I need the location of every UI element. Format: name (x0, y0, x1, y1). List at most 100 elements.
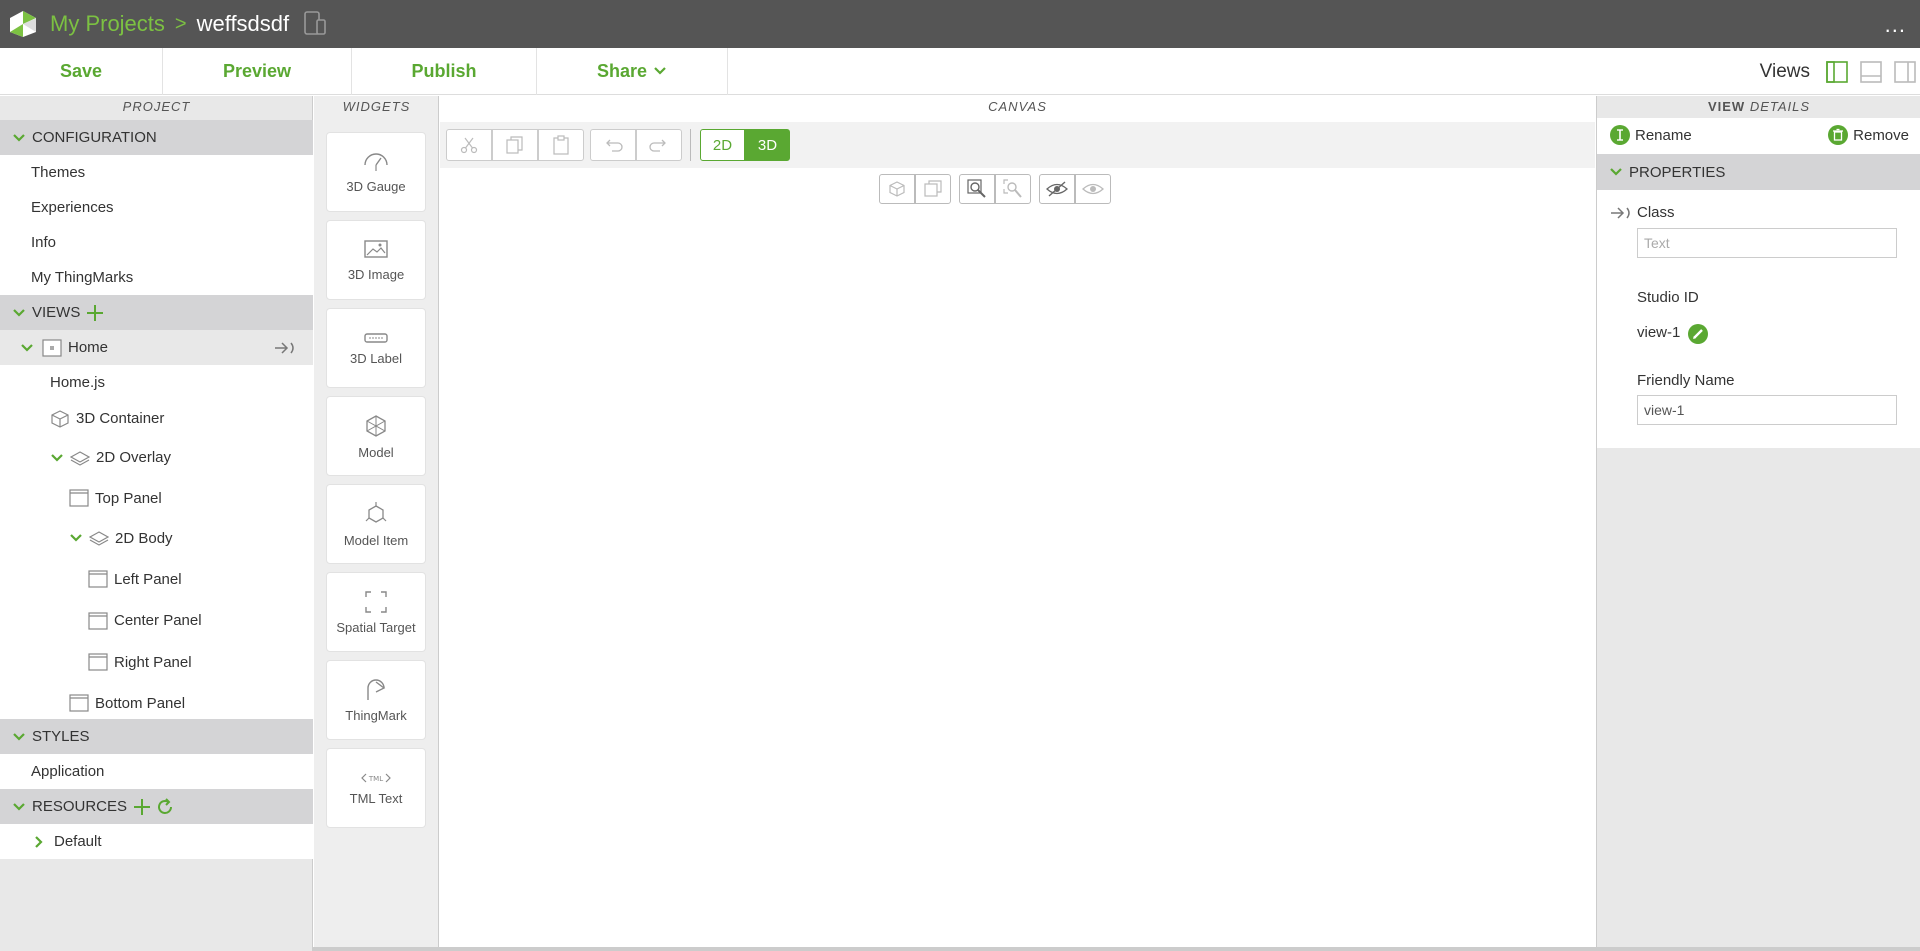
widget-label: TML Text (349, 790, 403, 806)
mode-2d-button[interactable]: 2D (700, 129, 745, 161)
config-item-label: Themes (31, 164, 86, 181)
cube-icon (50, 409, 70, 429)
tree-item-right-panel[interactable]: Right Panel (0, 641, 313, 683)
device-icon[interactable] (303, 11, 327, 37)
widget-label: 3D Gauge (346, 178, 406, 194)
widget-label: Model (358, 444, 394, 460)
section-configuration[interactable]: CONFIGURATION (0, 120, 313, 155)
widget-model[interactable]: Model (326, 396, 426, 476)
view-details-panel-title: VIEW DETAILS (1597, 96, 1920, 118)
section-styles-label: STYLES (32, 728, 90, 745)
tree-item-home[interactable]: Home (0, 330, 313, 365)
config-item-my-thingmarks[interactable]: My ThingMarks (0, 260, 313, 295)
section-resources-label: RESOURCES (32, 798, 128, 815)
hide-button[interactable] (1039, 174, 1075, 204)
tree-item-top-panel[interactable]: Top Panel (0, 478, 313, 518)
widget-3d-label[interactable]: 3D Label (326, 308, 426, 388)
tree-item-center-panel[interactable]: Center Panel (0, 600, 313, 641)
redo-button[interactable] (636, 129, 682, 161)
chevron-down-icon (50, 453, 64, 463)
section-resources[interactable]: RESOURCES (0, 789, 313, 824)
paste-icon (553, 135, 569, 155)
tree-item-bottom-panel[interactable]: Bottom Panel (0, 683, 313, 723)
duplicate-button[interactable] (915, 174, 951, 204)
widget-3d-gauge[interactable]: 3D Gauge (326, 132, 426, 212)
preview-button[interactable]: Preview (163, 47, 352, 95)
canvas-toolbar: 2D 3D (440, 122, 1595, 168)
breadcrumb-my-projects[interactable]: My Projects (50, 11, 165, 37)
publish-button[interactable]: Publish (352, 47, 537, 95)
navigate-arrow-icon[interactable] (273, 341, 297, 355)
copy-icon (506, 136, 523, 154)
resource-item-label: Default (54, 833, 102, 850)
config-item-experiences[interactable]: Experiences (0, 190, 313, 225)
paste-button[interactable] (538, 129, 584, 161)
save-button[interactable]: Save (0, 47, 163, 95)
binding-arrow-icon[interactable] (1609, 206, 1633, 220)
eye-hidden-icon (1046, 181, 1068, 197)
add-3d-button[interactable] (879, 174, 915, 204)
config-item-info[interactable]: Info (0, 225, 313, 260)
add-resource-icon[interactable] (133, 798, 151, 816)
config-item-themes[interactable]: Themes (0, 155, 313, 190)
tree-item-label: 2D Overlay (96, 449, 172, 466)
zoom-selection-button[interactable] (995, 174, 1031, 204)
trash-icon (1828, 125, 1849, 145)
add-view-icon[interactable] (86, 304, 104, 322)
section-styles[interactable]: STYLES (0, 719, 313, 754)
mode-3d-button[interactable]: 3D (745, 129, 790, 161)
widget-tml-text[interactable]: TML TML Text (326, 748, 426, 828)
chevron-down-icon (1609, 164, 1623, 181)
copy-button[interactable] (492, 129, 538, 161)
tree-item-home-js[interactable]: Home.js (0, 365, 313, 400)
tree-item-2d-overlay[interactable]: 2D Overlay (0, 437, 313, 478)
tree-item-label: Home.js (50, 374, 106, 391)
resource-item-default[interactable]: Default (0, 824, 313, 859)
spatial-target-icon (365, 590, 387, 613)
cut-button[interactable] (446, 129, 492, 161)
tree-item-left-panel[interactable]: Left Panel (0, 558, 313, 600)
zoom-fit-button[interactable] (959, 174, 995, 204)
studio-id-label: Studio ID (1637, 289, 1699, 306)
share-label: Share (596, 60, 648, 81)
tree-item-label: Home (68, 339, 109, 356)
widget-thingmark[interactable]: ThingMark (326, 660, 426, 740)
section-views[interactable]: VIEWS (0, 295, 313, 330)
rename-label: Rename (1635, 126, 1692, 144)
zoom-selection-icon (1003, 179, 1022, 198)
style-item-label: Application (31, 763, 105, 780)
panel-icon (69, 488, 89, 508)
chevron-down-icon (654, 67, 666, 75)
friendly-name-input[interactable] (1637, 395, 1897, 425)
redo-icon (649, 139, 666, 152)
view-details-title-bold: VIEW (1707, 99, 1746, 114)
share-button[interactable]: Share (537, 47, 728, 95)
layout-right-panel-icon[interactable] (1894, 60, 1916, 83)
chevron-down-icon (12, 133, 26, 143)
views-label: Views (1759, 60, 1810, 82)
class-input[interactable] (1637, 228, 1897, 258)
section-views-label: VIEWS (32, 304, 81, 321)
widget-spatial-target[interactable]: Spatial Target (326, 572, 426, 652)
layout-bottom-panel-icon[interactable] (1860, 60, 1882, 83)
more-menu-icon[interactable]: ... (1885, 12, 1906, 38)
tree-item-label: 2D Body (115, 529, 173, 547)
edit-pencil-icon[interactable] (1687, 323, 1709, 345)
chevron-down-icon (69, 533, 83, 543)
section-properties[interactable]: PROPERTIES (1597, 154, 1920, 190)
style-item-application[interactable]: Application (0, 754, 313, 789)
widget-model-item[interactable]: Model Item (326, 484, 426, 564)
tree-item-2d-body[interactable]: 2D Body (0, 518, 313, 558)
show-button[interactable] (1075, 174, 1111, 204)
toolbar-divider (690, 129, 691, 161)
refresh-icon[interactable] (155, 797, 175, 817)
widget-3d-image[interactable]: 3D Image (326, 220, 426, 300)
scissors-icon (460, 137, 478, 154)
tree-item-3d-container[interactable]: 3D Container (0, 400, 313, 437)
rename-button[interactable]: Rename (1609, 124, 1692, 146)
layout-left-panel-icon[interactable] (1826, 60, 1848, 83)
friendly-name-label: Friendly Name (1637, 372, 1735, 389)
undo-button[interactable] (590, 129, 636, 161)
remove-button[interactable]: Remove (1827, 124, 1909, 146)
tml-icon: TML (361, 773, 391, 783)
